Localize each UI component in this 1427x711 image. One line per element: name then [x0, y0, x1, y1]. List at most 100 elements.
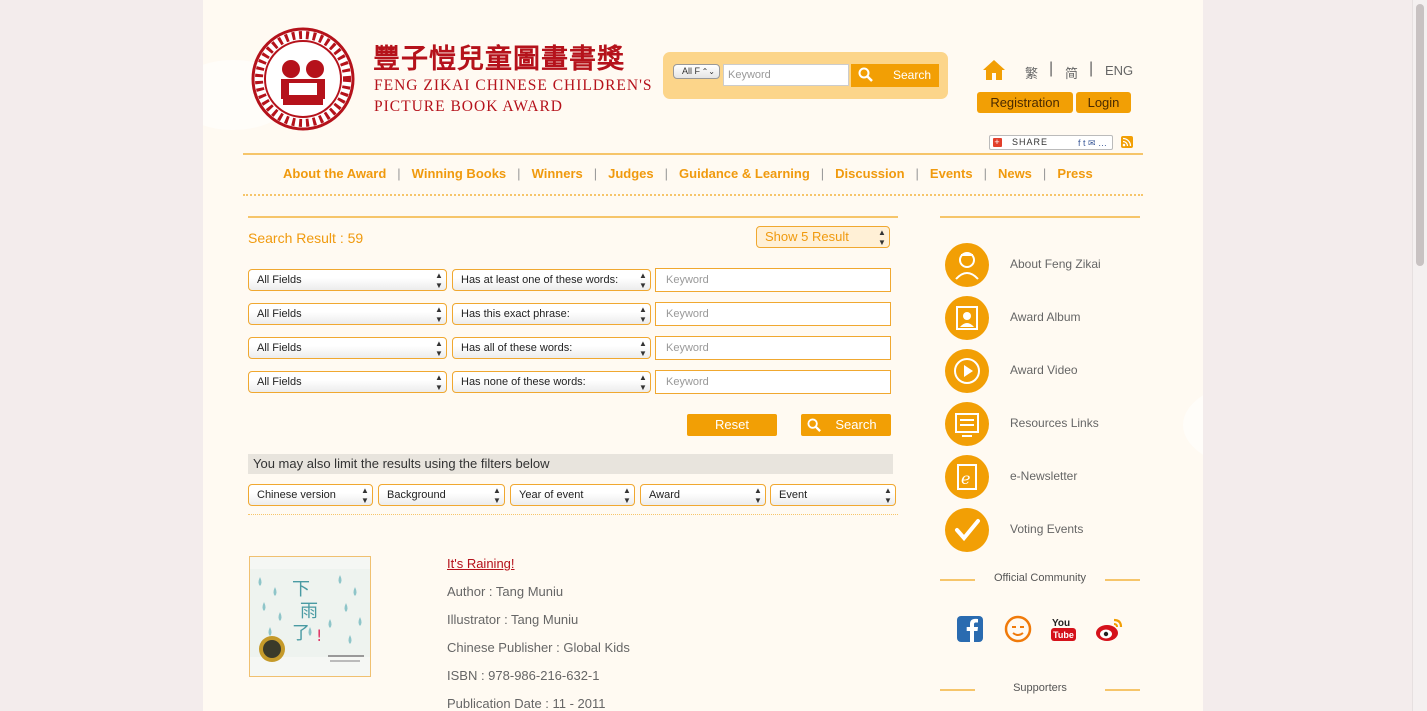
field-select-1[interactable]: All Fields ▲ ▼ — [248, 269, 447, 291]
sidebar-top-divider — [940, 216, 1140, 218]
book-cover-image[interactable]: 下 雨 了 ! — [249, 556, 371, 677]
field-select-2[interactable]: All Fields ▲ ▼ — [248, 303, 447, 325]
sidebar-item-label: Award Album — [1010, 310, 1081, 324]
nav-separator: | — [1042, 166, 1047, 181]
facebook-icon[interactable] — [955, 614, 985, 644]
book-title-link[interactable]: It's Raining! — [447, 556, 515, 571]
svg-text:e: e — [961, 469, 970, 488]
rss-icon[interactable] — [1121, 136, 1133, 148]
sidebar-item-label: e-Newsletter — [1010, 469, 1078, 483]
supporters-heading: Supporters — [940, 682, 1140, 694]
filter-award[interactable]: Award ▲ ▼ — [640, 484, 766, 506]
select-arrows-icon: ▲ ▼ — [623, 486, 631, 505]
nav-bottom-divider — [243, 194, 1143, 196]
match-select-4[interactable]: Has none of these words: ▲ ▼ — [452, 371, 651, 393]
top-search-button-label: Search — [893, 68, 932, 82]
svg-text:下: 下 — [292, 579, 310, 600]
search-button-label: Search — [835, 417, 877, 432]
nav-events[interactable]: Events — [930, 166, 973, 181]
search-button[interactable]: Search — [801, 414, 891, 436]
sidebar-item-resources-links[interactable]: Resources Links — [945, 402, 1145, 446]
sidebar-item-label: About Feng Zikai — [1010, 257, 1101, 271]
nav-winners[interactable]: Winners — [532, 166, 583, 181]
official-community-heading: Official Community — [940, 572, 1140, 584]
nav-guidance-learning[interactable]: Guidance & Learning — [679, 166, 810, 181]
keyword-input-2[interactable] — [655, 302, 891, 326]
select-arrows-icon: ▲ ▼ — [639, 305, 647, 324]
search-scope-value: All F — [682, 66, 700, 76]
field-select-value: All Fields — [257, 308, 302, 320]
sidebar-item-award-video[interactable]: Award Video — [945, 349, 1145, 393]
filter-event[interactable]: Event ▲ ▼ — [770, 484, 896, 506]
nav-top-divider — [243, 153, 1143, 155]
select-arrows-icon: ▲ ▼ — [639, 271, 647, 290]
sidebar-item-label: Voting Events — [1010, 522, 1084, 536]
match-select-1[interactable]: Has at least one of these words: ▲ ▼ — [452, 269, 651, 291]
match-select-value: Has this exact phrase: — [461, 308, 570, 320]
nav-press[interactable]: Press — [1057, 166, 1092, 181]
filters-divider — [248, 514, 898, 515]
sidebar-item-award-album[interactable]: Award Album — [945, 296, 1145, 340]
top-search-button[interactable]: Search — [851, 64, 939, 87]
svg-text:了: 了 — [292, 623, 310, 644]
award-seal-logo[interactable] — [251, 27, 355, 131]
filter-value: Background — [387, 489, 446, 501]
top-search-input[interactable] — [723, 64, 849, 86]
match-select-value: Has none of these words: — [461, 376, 586, 388]
weibo-icon[interactable] — [1094, 614, 1124, 644]
match-select-2[interactable]: Has this exact phrase: ▲ ▼ — [452, 303, 651, 325]
match-select-3[interactable]: Has all of these words: ▲ ▼ — [452, 337, 651, 359]
keyword-input-4[interactable] — [655, 370, 891, 394]
sidebar-item-label: Resources Links — [1010, 416, 1099, 430]
select-arrows-icon: ▲ ▼ — [884, 486, 892, 505]
book-illustrator: Illustrator : Tang Muniu — [447, 612, 579, 627]
nav-winning-books[interactable]: Winning Books — [412, 166, 507, 181]
show-results-select[interactable]: Show 5 Result ▲ ▼ — [756, 226, 890, 248]
match-select-value: Has at least one of these words: — [461, 274, 619, 286]
logo-english-line1: FENG ZIKAI CHINESE CHILDREN'S — [374, 77, 653, 94]
lang-english[interactable]: ENG — [1105, 63, 1133, 78]
plus-icon: + — [993, 137, 1002, 147]
select-arrows-icon: ▲ ▼ — [878, 228, 886, 247]
sidebar-item-e-newsletter[interactable]: e e-Newsletter — [945, 455, 1145, 499]
raindrops-cover-art: 下 雨 了 ! — [250, 557, 370, 676]
top-search-panel: All F ⌃⌄ Search — [663, 52, 948, 99]
nav-discussion[interactable]: Discussion — [835, 166, 904, 181]
youtube-icon[interactable]: You Tube — [1049, 614, 1079, 644]
filter-value: Chinese version — [257, 489, 336, 501]
field-select-4[interactable]: All Fields ▲ ▼ — [248, 371, 447, 393]
filter-year-of-event[interactable]: Year of event ▲ ▼ — [510, 484, 635, 506]
scrollbar-thumb[interactable] — [1416, 4, 1424, 266]
lang-simplified[interactable]: 简 — [1065, 63, 1078, 82]
sidebar-item-voting-events[interactable]: Voting Events — [945, 508, 1145, 552]
search-scope-select[interactable]: All F ⌃⌄ — [673, 64, 720, 79]
field-select-3[interactable]: All Fields ▲ ▼ — [248, 337, 447, 359]
nav-separator: | — [915, 166, 919, 181]
filter-chinese-version[interactable]: Chinese version ▲ ▼ — [248, 484, 373, 506]
lang-traditional[interactable]: 繁 — [1025, 63, 1038, 82]
nav-judges[interactable]: Judges — [608, 166, 654, 181]
registration-button[interactable]: Registration — [977, 92, 1073, 113]
filter-background[interactable]: Background ▲ ▼ — [378, 484, 505, 506]
share-button[interactable]: + SHARE f t ✉ … — [989, 135, 1113, 150]
keyword-input-3[interactable] — [655, 336, 891, 360]
lang-separator: | — [1049, 60, 1054, 77]
select-arrows-icon: ▲ ▼ — [639, 339, 647, 358]
nav-separator: | — [820, 166, 825, 181]
page-scrollbar[interactable] — [1412, 0, 1427, 711]
login-button[interactable]: Login — [1076, 92, 1131, 113]
filter-value: Event — [779, 489, 808, 501]
sidebar-item-about-feng-zikai[interactable]: About Feng Zikai — [945, 243, 1145, 287]
home-icon[interactable] — [982, 58, 1006, 82]
keyword-input-1[interactable] — [655, 268, 891, 292]
nav-separator: | — [983, 166, 987, 181]
logo-english-title: FENG ZIKAI CHINESE CHILDREN'S PICTURE BO… — [374, 75, 653, 117]
select-arrows-icon: ▲ ▼ — [493, 486, 501, 505]
nav-news[interactable]: News — [998, 166, 1032, 181]
book-publication-date: Publication Date : 11 - 2011 — [447, 696, 606, 711]
douban-icon[interactable] — [1003, 614, 1033, 644]
links-icon — [945, 402, 989, 446]
book-author: Author : Tang Muniu — [447, 584, 564, 599]
nav-about-award[interactable]: About the Award — [283, 166, 386, 181]
reset-button[interactable]: Reset — [687, 414, 777, 436]
